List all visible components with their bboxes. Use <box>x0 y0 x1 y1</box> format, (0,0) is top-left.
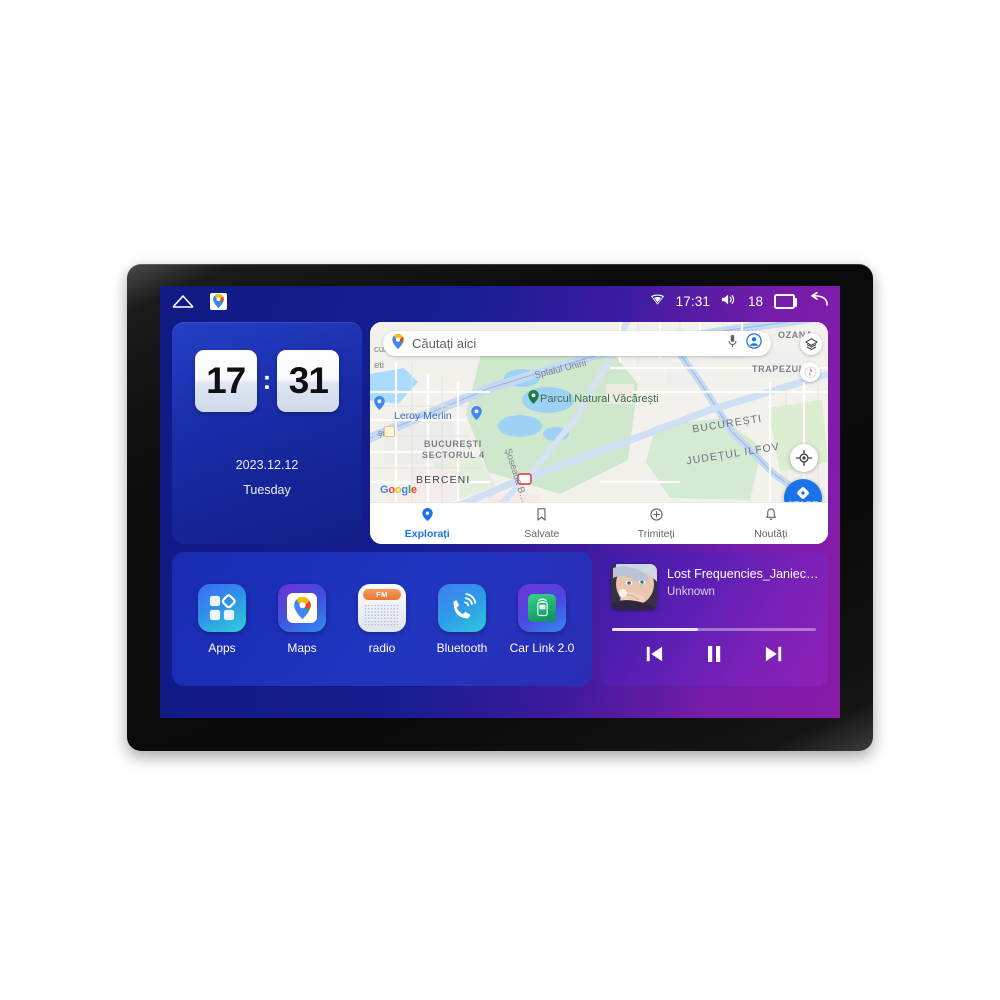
map-pin-icon <box>374 396 385 415</box>
bluetooth-phone-icon <box>438 583 486 632</box>
pause-button[interactable] <box>705 644 723 664</box>
my-location-icon[interactable] <box>790 444 818 472</box>
map-label: BUCUREȘTI <box>424 439 482 449</box>
app-label: Car Link 2.0 <box>509 640 575 655</box>
device-screen: 17:31 18 17 : 31 2023.12.12 Tuesday cul … <box>160 286 840 718</box>
map-tab-label: Noutăți <box>754 527 788 540</box>
app-label: Apps <box>208 640 236 655</box>
track-title: Lost Frequencies_Janieck Devy-… <box>667 567 819 581</box>
flip-clock: 17 : 31 <box>172 350 362 412</box>
map-tab-label: Trimiteți <box>637 527 675 540</box>
car-link-icon <box>518 583 566 632</box>
clock-separator: : <box>262 365 272 396</box>
home-icon[interactable] <box>172 294 194 308</box>
map-tab-contribute[interactable]: Trimiteți <box>599 503 714 544</box>
app-label: radio <box>368 640 396 655</box>
app-item-bluetooth[interactable]: Bluetooth <box>427 583 497 655</box>
map-tab-label: Salvate <box>524 527 560 540</box>
music-widget[interactable]: Lost Frequencies_Janieck Devy-… Unknown <box>600 552 828 686</box>
map-tab-saved[interactable]: Salvate <box>485 503 600 544</box>
progress-fill <box>612 628 698 631</box>
clock-widget[interactable]: 17 : 31 2023.12.12 Tuesday <box>172 322 362 544</box>
bell-icon <box>765 507 777 526</box>
map-search-placeholder: Căutați aici <box>412 336 477 351</box>
contribute-plus-icon <box>650 507 663 526</box>
microphone-icon[interactable] <box>727 334 738 353</box>
track-artist: Unknown <box>667 586 715 598</box>
recents-icon[interactable] <box>774 293 797 309</box>
app-label: Bluetooth <box>436 640 488 655</box>
progress-bar[interactable] <box>612 628 816 631</box>
status-time: 17:31 <box>675 293 710 309</box>
google-attribution: Google <box>380 484 417 496</box>
map-label: BERCENI <box>416 474 471 486</box>
app-item-car-link[interactable]: Car Link 2.0 <box>507 583 577 655</box>
map-search-bar[interactable]: Căutați aici <box>383 331 771 356</box>
clock-hours: 17 <box>194 350 257 412</box>
next-button[interactable] <box>764 645 784 663</box>
clock-weekday: Tuesday <box>243 483 291 497</box>
map-label: eti <box>374 360 385 371</box>
app-item-maps[interactable]: Maps <box>267 583 337 655</box>
app-dock: Apps Maps FM radio Bluetooth Car Link 2.… <box>172 552 592 686</box>
map-tab-updates[interactable]: Noutăți <box>714 503 829 544</box>
map-label: Parcul Natural Văcărești <box>540 393 659 405</box>
status-bar: 17:31 18 <box>160 286 840 316</box>
map-pin-icon <box>528 390 539 409</box>
wifi-icon <box>650 293 665 309</box>
volume-icon[interactable] <box>721 293 737 309</box>
bookmark-icon <box>536 507 547 526</box>
previous-button[interactable] <box>644 645 664 663</box>
app-label: Maps <box>287 640 317 655</box>
layers-icon[interactable] <box>800 333 822 355</box>
map-bottom-nav: Explorați Salvate Trimiteți Noutăți <box>370 502 828 544</box>
map-canvas[interactable]: cul eti OZANA TRAPEZULUI Splaiul Unirii … <box>370 322 828 544</box>
volume-level: 18 <box>747 293 763 309</box>
explore-pin-icon <box>422 507 433 526</box>
google-maps-icon <box>278 583 326 632</box>
clock-minutes: 31 <box>277 350 340 412</box>
fm-radio-icon: FM <box>358 583 406 632</box>
google-maps-icon[interactable] <box>210 292 227 310</box>
map-tab-label: Explorați <box>404 527 450 540</box>
head-unit-device: 17:31 18 17 : 31 2023.12.12 Tuesday cul … <box>127 264 873 751</box>
map-poi-icon <box>384 426 395 437</box>
app-item-radio[interactable]: FM radio <box>347 583 417 655</box>
album-art <box>611 564 657 610</box>
map-label: SECTORUL 4 <box>422 450 485 460</box>
back-arrow-icon[interactable] <box>806 291 828 310</box>
clock-date: 2023.12.12 <box>235 458 299 472</box>
compass-icon[interactable] <box>800 362 820 382</box>
map-tab-explore[interactable]: Explorați <box>370 503 485 544</box>
apps-grid-icon <box>198 583 246 632</box>
maps-widget[interactable]: cul eti OZANA TRAPEZULUI Splaiul Unirii … <box>370 322 828 544</box>
map-pin-icon <box>392 333 404 354</box>
map-pin-icon <box>471 406 482 425</box>
account-avatar-icon[interactable] <box>746 333 762 354</box>
app-item-apps[interactable]: Apps <box>187 583 257 655</box>
map-label: Leroy Merlin <box>394 410 452 422</box>
